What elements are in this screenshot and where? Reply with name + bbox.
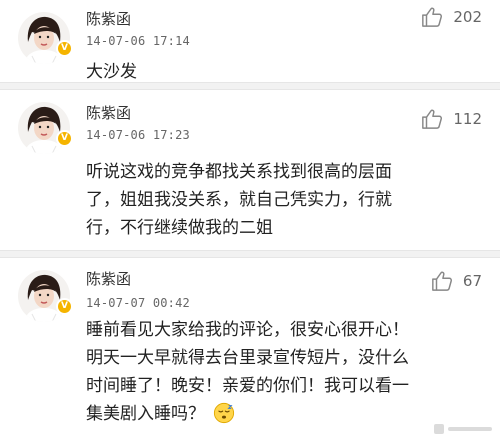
comment-text-line: 了，姐姐我没关系，就自己凭实力，行就 bbox=[86, 190, 392, 210]
comment-text-line: 睡前看见大家给我的评论，很安心很开心！ bbox=[86, 320, 409, 340]
author-name[interactable]: 陈紫函 bbox=[86, 268, 131, 289]
comment-text-line: 时间睡了！晚安！亲爱的你们！我可以看一 bbox=[86, 376, 409, 396]
like-count: 202 bbox=[453, 8, 482, 26]
comment-text-line: 行，不行继续做我的二姐 bbox=[86, 218, 273, 238]
comment-text-line-last: 集美剧入睡吗？ bbox=[86, 400, 462, 428]
thumbs-up-icon bbox=[422, 7, 443, 27]
author-name[interactable]: 陈紫函 bbox=[86, 102, 131, 123]
comment-item: V 陈紫函 14-07-06 17:14 202 大沙发 bbox=[0, 0, 500, 90]
verified-badge: V bbox=[56, 298, 73, 315]
like-button[interactable]: 202 bbox=[421, 6, 482, 28]
comment-item: V 陈紫函 14-07-07 00:42 67 睡前看见大家给我的评论，很安心很… bbox=[0, 258, 500, 440]
verified-badge: V bbox=[56, 40, 73, 57]
comment-text-line: 听说这戏的竞争都找关系找到很高的层面 bbox=[86, 162, 392, 182]
comment-text-fragment: 集美剧入睡吗？ bbox=[86, 404, 205, 424]
thumbs-up-icon bbox=[432, 271, 452, 291]
comment-text-line: 明天一大早就得去台里录宣传短片，没什么 bbox=[86, 348, 409, 368]
comment-text: 听说这戏的竞争都找关系找到很高的层面 了，姐姐我没关系，就自己凭实力，行就 行，… bbox=[86, 158, 462, 242]
sleepy-face-emoji-icon bbox=[213, 402, 235, 424]
comment-timestamp: 14-07-06 17:23 bbox=[86, 128, 190, 142]
comment-timestamp: 14-07-07 00:42 bbox=[86, 296, 190, 310]
like-count: 67 bbox=[462, 272, 482, 290]
comment-timestamp: 14-07-06 17:14 bbox=[86, 34, 190, 48]
comment-text: 睡前看见大家给我的评论，很安心很开心！ 明天一大早就得去台里录宣传短片，没什么 … bbox=[86, 316, 462, 428]
verified-badge: V bbox=[56, 130, 73, 147]
comment-divider bbox=[0, 250, 500, 258]
like-button[interactable]: 112 bbox=[421, 108, 482, 130]
comment-item: V 陈紫函 14-07-06 17:23 112 听说这戏的竞争都找关系找到很高… bbox=[0, 90, 500, 258]
watermark-logo bbox=[434, 424, 492, 434]
like-button[interactable]: 67 bbox=[431, 270, 482, 292]
like-count: 112 bbox=[453, 110, 482, 128]
comment-list: V 陈紫函 14-07-06 17:14 202 大沙发 V 陈紫函 14-07… bbox=[0, 0, 500, 440]
thumbs-up-icon bbox=[422, 109, 443, 129]
author-name[interactable]: 陈紫函 bbox=[86, 8, 131, 29]
comment-divider bbox=[0, 82, 500, 90]
